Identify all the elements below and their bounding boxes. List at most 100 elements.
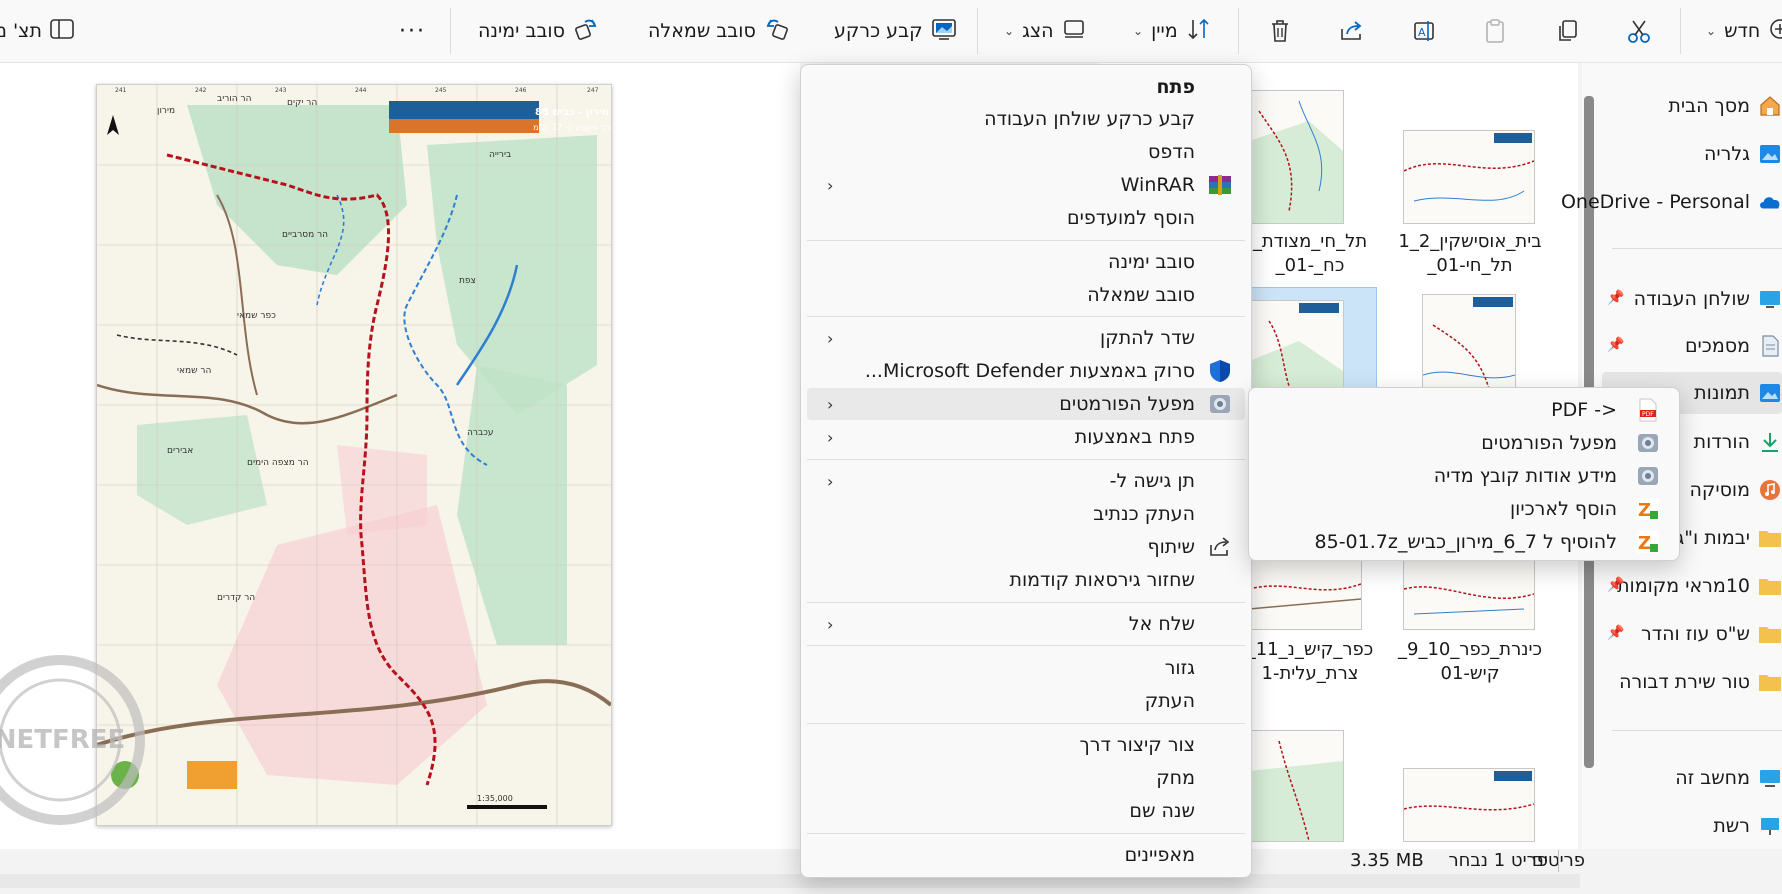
file-thumbnail[interactable]	[1403, 558, 1535, 630]
nav-item-label: שולחן העבודה	[1633, 288, 1750, 310]
file-name[interactable]: בית_אוסישקין_2_1 תל_חי-01_	[1390, 230, 1550, 278]
submenu-item-media-info[interactable]: מידע אודות קובץ מדיה	[1255, 460, 1673, 492]
menu-item-label: שלח אל	[1128, 613, 1195, 635]
file-thumbnail[interactable]	[1403, 130, 1535, 224]
menu-item-rotate-right[interactable]: סובב ימינה	[807, 246, 1245, 278]
nav-item-onedrive[interactable]: OneDrive - Personal	[1561, 182, 1782, 222]
sort-icon	[1186, 17, 1212, 46]
nav-item-downloads[interactable]: הורדות	[1694, 422, 1782, 462]
svg-text:Z: Z	[1638, 500, 1651, 521]
menu-item-scan-defender[interactable]: סרוק באמצעות Microsoft Defender...	[807, 355, 1245, 387]
svg-text:Z: Z	[1638, 533, 1651, 554]
logo-icon	[187, 761, 237, 789]
rotate-left-label: סובב שמאלה	[648, 20, 756, 42]
nav-item-label: תמונות	[1694, 382, 1750, 404]
nav-item-label: טור שירת דבורה	[1619, 671, 1750, 693]
menu-item-properties[interactable]: מאפיינים	[807, 839, 1245, 871]
rename-icon[interactable]: A	[1410, 16, 1440, 46]
file-thumbnail[interactable]	[1248, 558, 1362, 630]
more-options-button[interactable]: ···	[399, 14, 426, 48]
copy-icon[interactable]	[1552, 16, 1582, 46]
submenu-item-to-pdf[interactable]: PDF -> PDF	[1255, 394, 1673, 426]
nav-item-music[interactable]: מוסיקה	[1689, 470, 1782, 510]
new-label: חדש	[1724, 20, 1761, 42]
set-background-button[interactable]: קבע כרקע	[834, 14, 957, 48]
menu-item-open[interactable]: פתח	[807, 71, 1245, 103]
map-place-label: בירייה	[489, 150, 511, 160]
map-place-label: כפר שמאי	[237, 311, 276, 321]
nav-item-home[interactable]: מסך הבית	[1668, 86, 1782, 126]
folder-icon	[1758, 670, 1782, 694]
map-place-label: הר מסרביים	[282, 230, 328, 240]
menu-item-add-favorites[interactable]: הוסף למועדפים	[807, 202, 1245, 234]
new-button[interactable]: ⌄ חדש	[1706, 14, 1782, 48]
rotate-right-button[interactable]: סובב ימינה	[478, 14, 599, 48]
pdf-icon: PDF	[1635, 397, 1661, 423]
nav-item-desktop[interactable]: שולחן העבודה	[1634, 279, 1782, 319]
menu-item-send-to[interactable]: › שלח אל	[807, 608, 1245, 640]
rotate-left-button[interactable]: סובב שמאלה	[648, 14, 790, 48]
file-thumbnail[interactable]	[1403, 768, 1535, 842]
submenu-item-format-factory[interactable]: מפעל הפורמטים	[1255, 427, 1673, 459]
menu-item-set-desktop-background[interactable]: קבע כרקע שולחן העבודה	[807, 103, 1245, 135]
nav-item-documents[interactable]: מסמכים	[1685, 326, 1782, 366]
file-name-line: כח_-01_	[1275, 255, 1345, 276]
menu-item-rotate-left[interactable]: סובב שמאלה	[807, 279, 1245, 311]
file-name-line: תל_חי_מצודת_	[1252, 231, 1368, 252]
file-name[interactable]: כינרת_כפר_10_9_ קיש-01	[1390, 638, 1550, 686]
menu-item-winrar[interactable]: › WinRAR	[807, 169, 1245, 201]
file-name[interactable]: תל_חי_מצודת_ כח_-01_	[1240, 230, 1380, 278]
menu-item-print[interactable]: הדפס	[807, 136, 1245, 168]
menu-item-rename[interactable]: שנה שם	[807, 795, 1245, 827]
paste-icon[interactable]	[1480, 16, 1510, 46]
menu-item-copy[interactable]: העתק	[807, 685, 1245, 717]
menu-item-open-with[interactable]: › פתח באמצעות	[807, 421, 1245, 453]
menu-item-delete[interactable]: מחק	[807, 762, 1245, 794]
nav-item-network[interactable]: רשת	[1713, 806, 1782, 846]
menu-item-give-access[interactable]: › תן גישה ל-	[807, 465, 1245, 497]
menu-separator	[807, 459, 1245, 460]
menu-item-format-factory[interactable]: › מפעל הפורמטים	[807, 388, 1245, 420]
menu-separator	[807, 316, 1245, 317]
set-background-icon	[931, 17, 957, 46]
nav-item-folder[interactable]: ש"ס עוז והדר	[1641, 614, 1782, 654]
file-name[interactable]: כפר_קיש_נ_11_ צרת_עלית-1	[1240, 638, 1380, 686]
file-thumbnail[interactable]	[1248, 90, 1344, 224]
nav-item-pictures[interactable]: תמונות	[1694, 373, 1782, 413]
map-grid-label: 242	[195, 87, 207, 94]
documents-icon	[1758, 334, 1782, 358]
sort-button[interactable]: ⌄ מיין	[1133, 14, 1212, 48]
menu-item-share[interactable]: שיתוף	[807, 531, 1245, 563]
horizontal-scrollbar[interactable]	[0, 874, 1580, 888]
cut-icon[interactable]	[1624, 16, 1654, 46]
submenu-item-add-to-named-archive[interactable]: להוסיף ל 7_6_מירון_כביש_85-01.7z Z	[1255, 526, 1673, 558]
delete-icon[interactable]	[1265, 16, 1295, 46]
nav-item-label: מסמכים	[1684, 335, 1750, 357]
nav-item-label: OneDrive - Personal	[1560, 191, 1750, 213]
pictures-icon	[1758, 381, 1782, 405]
details-pane-button[interactable]: תצ' מ	[0, 14, 74, 48]
menu-item-cast-to-device[interactable]: › שדר להתקן	[807, 322, 1245, 354]
map-grid-label: 247	[587, 87, 599, 94]
menu-item-cut[interactable]: גזור	[807, 652, 1245, 684]
nav-divider	[1612, 248, 1782, 249]
pin-icon: 📌	[1607, 577, 1625, 593]
share-icon[interactable]	[1337, 16, 1367, 46]
menu-item-restore-versions[interactable]: שחזור גירסאות קודמות	[807, 564, 1245, 596]
nav-item-folder[interactable]: 10מראי מקומות	[1617, 566, 1782, 606]
media-info-icon	[1635, 463, 1661, 489]
map-place-label: עכברה	[467, 428, 494, 438]
menu-item-create-shortcut[interactable]: צור קיצור דרך	[807, 729, 1245, 761]
nav-item-gallery[interactable]: גלריה	[1704, 134, 1782, 174]
submenu-item-add-archive[interactable]: הוסף לארכיון Z	[1255, 493, 1673, 525]
nav-item-folder[interactable]: טור שירת דבורה	[1619, 662, 1782, 702]
menu-item-label: העתק כנתיב	[1093, 503, 1195, 525]
7zip-icon: Z	[1635, 529, 1661, 555]
nav-item-this-pc[interactable]: מחשב זה	[1675, 758, 1782, 798]
menu-item-copy-as-path[interactable]: העתק כנתיב	[807, 498, 1245, 530]
nav-item-label: רשת	[1713, 815, 1750, 837]
view-button[interactable]: ⌄ הצג	[1004, 14, 1086, 48]
nav-item-folder[interactable]: יבמות ו"ג	[1676, 518, 1782, 558]
file-thumbnail[interactable]	[1248, 730, 1344, 842]
menu-item-label: פתח באמצעות	[1074, 426, 1195, 448]
